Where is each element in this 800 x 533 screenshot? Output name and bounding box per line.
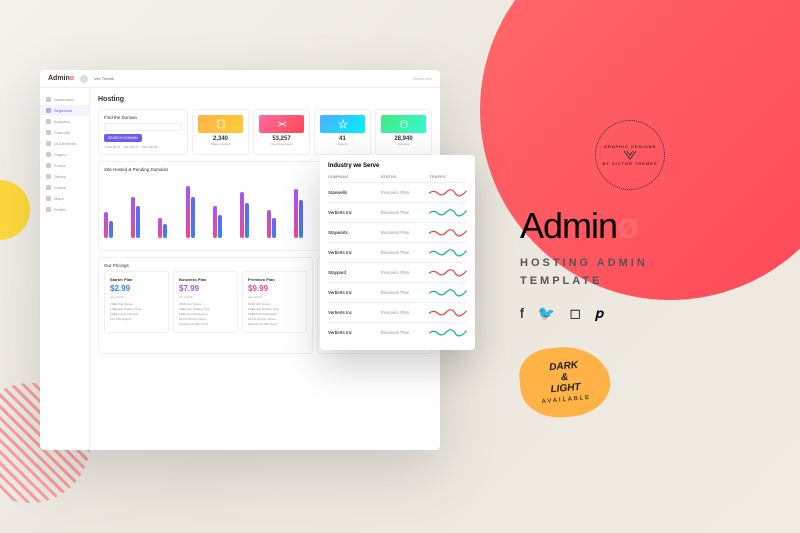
table-row[interactable]: Verberts IncBusiness Plan xyxy=(328,202,467,222)
shuffle-icon xyxy=(259,115,304,133)
sidebar-item-analytics[interactable]: Analytics xyxy=(40,116,89,127)
bar-pending xyxy=(218,215,222,238)
tld-price: .ORG $6.95 xyxy=(141,145,157,149)
stat-card-awards: 41Awards xyxy=(314,109,371,155)
bar-hosted xyxy=(240,192,244,238)
avatar[interactable] xyxy=(80,75,88,83)
industry-title: Industry we Serve xyxy=(328,163,467,169)
stat-card-domains: 28,940Domains xyxy=(375,109,432,155)
sidebar-item-dashboard[interactable]: Dashboard xyxy=(40,94,89,105)
badge-logo-icon xyxy=(621,149,639,161)
sidebar-item-ui-elements[interactable]: UI Elements xyxy=(40,138,89,149)
sidebar-item-forms[interactable]: Forms xyxy=(40,160,89,171)
app-header: Adminø Vict Theme Search here xyxy=(40,70,440,88)
nav-icon xyxy=(46,108,51,113)
chart-title: Site Hosted & Pending Domains xyxy=(104,167,168,172)
table-row[interactable]: Verberts IncBusiness Plan xyxy=(328,322,467,342)
stat-card-pages: 2,340Pages Viewed xyxy=(192,109,249,155)
bar-group xyxy=(294,189,317,238)
bar-group xyxy=(104,212,127,238)
nav-icon xyxy=(46,174,51,179)
tld-prices: .COM $3.75.NET $3.75.ORG $6.95 xyxy=(104,145,182,149)
sidebar-item-calendar[interactable]: Calendar xyxy=(40,127,89,138)
bar-group xyxy=(131,197,154,238)
bar-hosted xyxy=(158,218,162,238)
bar-hosted xyxy=(213,206,217,238)
facebook-icon[interactable]: f xyxy=(520,305,524,322)
sidebar-item-tables[interactable]: Tables xyxy=(40,171,89,182)
search-input[interactable]: Search here xyxy=(413,77,432,81)
bar-hosted xyxy=(186,186,190,238)
bar-pending xyxy=(163,224,167,239)
table-row[interactable]: StanwellsPremium Plan xyxy=(328,182,467,202)
sidebar-item-pagers[interactable]: Pagers xyxy=(40,149,89,160)
bar-hosted xyxy=(267,210,271,238)
database-icon xyxy=(381,115,426,133)
sidebar: DashboardSegmentsAnalyticsCalendarUI Ele… xyxy=(40,88,90,450)
pricing-plan[interactable]: Starter Plan$2.99per monthFREE Web Space… xyxy=(104,271,169,333)
industry-card-floating: Industry we Serve COMPANY STATUS TRAFFIC… xyxy=(320,155,475,350)
pricing-plan[interactable]: Business Plan$7.99per month30GB Web Spac… xyxy=(173,271,238,333)
brand-name: Adminø xyxy=(520,205,740,247)
instagram-icon[interactable]: ◻ xyxy=(569,305,581,322)
social-links: f 🐦 ◻ 𝒑 xyxy=(520,305,740,322)
nav-icon xyxy=(46,163,51,168)
table-header: COMPANY STATUS TRAFFIC xyxy=(328,174,467,179)
sidebar-item-segments[interactable]: Segments xyxy=(40,105,89,116)
nav-icon xyxy=(46,119,51,124)
nav-icon xyxy=(46,152,51,157)
search-domain-button[interactable]: SEARCH DOMAIN xyxy=(104,134,142,142)
tagline: HOSTING ADMINTEMPLATE xyxy=(520,255,740,290)
pricing-title: Our Pricings xyxy=(104,263,307,268)
sidebar-item-maps[interactable]: Maps xyxy=(40,193,89,204)
find-domain-title: Find the Domain xyxy=(104,115,182,120)
bar-group xyxy=(158,218,181,238)
designer-badge: GRAPHIC DESIGNS BY VICTOR THEMES xyxy=(595,120,665,190)
bar-pending xyxy=(299,200,303,238)
table-row[interactable]: Verberts IncBusiness Plan xyxy=(328,242,467,262)
bar-hosted xyxy=(131,197,135,238)
pricing-plan[interactable]: Premium Plan$9.99per month50GB Web Space… xyxy=(242,271,307,333)
bar-group xyxy=(213,206,236,238)
page-title: Hosting xyxy=(98,96,432,103)
bar-group xyxy=(186,186,209,238)
table-row[interactable]: Verberts IncBusiness Plan xyxy=(328,282,467,302)
pricing-card: Our Pricings Starter Plan$2.99per monthF… xyxy=(98,257,313,354)
bar-hosted xyxy=(104,212,108,238)
find-domain-card: Find the Domain SEARCH DOMAIN .COM $3.75… xyxy=(98,109,188,155)
domain-input[interactable] xyxy=(104,123,182,131)
nav-icon xyxy=(46,185,51,190)
pinterest-icon[interactable]: 𝒑 xyxy=(595,305,604,322)
app-logo: Adminø xyxy=(48,75,74,82)
user-name[interactable]: Vict Theme xyxy=(94,76,114,81)
nav-icon xyxy=(46,196,51,201)
table-row[interactable]: StaywartsBusiness Plan xyxy=(328,222,467,242)
star-icon xyxy=(320,115,365,133)
nav-icon xyxy=(46,97,51,102)
bar-group xyxy=(240,192,263,238)
bar-pending xyxy=(109,221,113,238)
nav-icon xyxy=(46,207,51,212)
table-row[interactable]: StaypardPremium Plan xyxy=(328,262,467,282)
bar-pending xyxy=(272,218,276,238)
tld-price: .NET $3.75 xyxy=(123,145,138,149)
sidebar-item-profile[interactable]: Profile xyxy=(40,204,89,215)
promo-panel: GRAPHIC DESIGNS BY VICTOR THEMES Adminø … xyxy=(520,120,740,417)
sidebar-item-charts[interactable]: Charts xyxy=(40,182,89,193)
bar-group xyxy=(267,210,290,238)
nav-icon xyxy=(46,130,51,135)
bar-hosted xyxy=(294,189,298,238)
nav-icon xyxy=(46,141,51,146)
twitter-icon[interactable]: 🐦 xyxy=(538,305,555,322)
document-icon xyxy=(198,115,243,133)
table-row[interactable]: Verberts IncPremium Plan xyxy=(328,302,467,322)
dark-light-badge: DARK & LIGHT AVAILABLE xyxy=(520,347,620,417)
bar-pending xyxy=(191,197,195,238)
bar-pending xyxy=(136,206,140,238)
stat-card-downloads: 53,257New Downloads xyxy=(253,109,310,155)
bar-pending xyxy=(245,203,249,238)
tld-price: .COM $3.75 xyxy=(104,145,120,149)
